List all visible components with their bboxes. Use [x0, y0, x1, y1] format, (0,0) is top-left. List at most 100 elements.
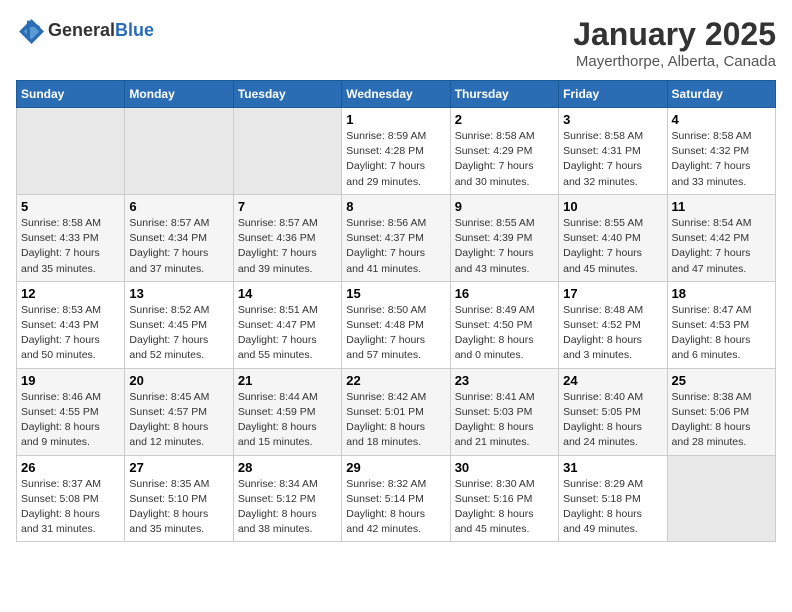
- calendar-cell: [17, 108, 125, 195]
- day-info: Sunrise: 8:52 AMSunset: 4:45 PMDaylight:…: [129, 303, 228, 364]
- day-info: Sunrise: 8:46 AMSunset: 4:55 PMDaylight:…: [21, 390, 120, 451]
- day-number: 29: [346, 460, 445, 475]
- calendar-cell: 30 Sunrise: 8:30 AMSunset: 5:16 PMDayligh…: [450, 455, 558, 542]
- logo-general: General: [48, 20, 115, 41]
- calendar-cell: 17 Sunrise: 8:48 AMSunset: 4:52 PMDayligh…: [559, 281, 667, 368]
- calendar-cell: 2Sunrise: 8:58 AMSunset: 4:29 PMDaylight…: [450, 108, 558, 195]
- page-header: General Blue January 2025 Mayerthorpe, A…: [16, 16, 776, 70]
- day-number: 24: [563, 373, 662, 388]
- calendar-cell: 21Sunrise: 8:44 AMSunset: 4:59 PMDayligh…: [233, 368, 341, 455]
- calendar-cell: 28 Sunrise: 8:34 AMSunset: 5:12 PMDayligh…: [233, 455, 341, 542]
- day-number: 6: [129, 199, 228, 214]
- day-info: Sunrise: 8:37 AMSunset: 5:08 PMDaylight:…: [21, 477, 120, 538]
- calendar-cell: 12 Sunrise: 8:53 AMSunset: 4:43 PMDayligh…: [17, 281, 125, 368]
- calendar-week-row: 26 Sunrise: 8:37 AMSunset: 5:08 PMDayligh…: [17, 455, 776, 542]
- day-info: Sunrise: 8:44 AMSunset: 4:59 PMDaylight:…: [238, 390, 337, 451]
- calendar-cell: 15Sunrise: 8:50 AMSunset: 4:48 PMDayligh…: [342, 281, 450, 368]
- day-number: 31: [563, 460, 662, 475]
- weekday-header-wednesday: Wednesday: [342, 81, 450, 108]
- day-number: 10: [563, 199, 662, 214]
- day-number: 3: [563, 112, 662, 127]
- day-number: 27: [129, 460, 228, 475]
- calendar-week-row: 12 Sunrise: 8:53 AMSunset: 4:43 PMDayligh…: [17, 281, 776, 368]
- day-info: Sunrise: 8:57 AMSunset: 4:36 PMDaylight:…: [238, 216, 337, 277]
- day-number: 26: [21, 460, 120, 475]
- calendar-cell: 24Sunrise: 8:40 AMSunset: 5:05 PMDayligh…: [559, 368, 667, 455]
- logo-text: General Blue: [48, 20, 154, 41]
- day-number: 28: [238, 460, 337, 475]
- calendar-cell: 13 Sunrise: 8:52 AMSunset: 4:45 PMDayligh…: [125, 281, 233, 368]
- weekday-header-sunday: Sunday: [17, 81, 125, 108]
- day-number: 20: [129, 373, 228, 388]
- day-info: Sunrise: 8:58 AMSunset: 4:29 PMDaylight:…: [455, 129, 554, 190]
- day-number: 12: [21, 286, 120, 301]
- day-number: 18: [672, 286, 771, 301]
- day-info: Sunrise: 8:35 AMSunset: 5:10 PMDaylight:…: [129, 477, 228, 538]
- calendar-cell: 26 Sunrise: 8:37 AMSunset: 5:08 PMDayligh…: [17, 455, 125, 542]
- day-number: 9: [455, 199, 554, 214]
- day-number: 23: [455, 373, 554, 388]
- day-info: Sunrise: 8:45 AMSunset: 4:57 PMDaylight:…: [129, 390, 228, 451]
- day-info: Sunrise: 8:58 AMSunset: 4:31 PMDaylight:…: [563, 129, 662, 190]
- calendar-cell: 16Sunrise: 8:49 AMSunset: 4:50 PMDayligh…: [450, 281, 558, 368]
- calendar-cell: 29Sunrise: 8:32 AMSunset: 5:14 PMDayligh…: [342, 455, 450, 542]
- calendar-week-row: 1 Sunrise: 8:59 AMSunset: 4:28 PMDaylight…: [17, 108, 776, 195]
- day-number: 19: [21, 373, 120, 388]
- day-info: Sunrise: 8:54 AMSunset: 4:42 PMDaylight:…: [672, 216, 771, 277]
- calendar-week-row: 19 Sunrise: 8:46 AMSunset: 4:55 PMDayligh…: [17, 368, 776, 455]
- day-info: Sunrise: 8:57 AMSunset: 4:34 PMDaylight:…: [129, 216, 228, 277]
- calendar-cell: 23 Sunrise: 8:41 AMSunset: 5:03 PMDayligh…: [450, 368, 558, 455]
- weekday-header-tuesday: Tuesday: [233, 81, 341, 108]
- calendar-cell: [667, 455, 775, 542]
- day-info: Sunrise: 8:29 AMSunset: 5:18 PMDaylight:…: [563, 477, 662, 538]
- day-info: Sunrise: 8:42 AMSunset: 5:01 PMDaylight:…: [346, 390, 445, 451]
- calendar-cell: 9 Sunrise: 8:55 AMSunset: 4:39 PMDaylight…: [450, 194, 558, 281]
- day-info: Sunrise: 8:58 AMSunset: 4:32 PMDaylight:…: [672, 129, 771, 190]
- calendar-cell: [125, 108, 233, 195]
- day-number: 30: [455, 460, 554, 475]
- location-title: Mayerthorpe, Alberta, Canada: [573, 53, 776, 70]
- calendar-cell: 27 Sunrise: 8:35 AMSunset: 5:10 PMDayligh…: [125, 455, 233, 542]
- weekday-header-saturday: Saturday: [667, 81, 775, 108]
- day-number: 17: [563, 286, 662, 301]
- calendar-cell: 25Sunrise: 8:38 AMSunset: 5:06 PMDayligh…: [667, 368, 775, 455]
- calendar-cell: 1 Sunrise: 8:59 AMSunset: 4:28 PMDaylight…: [342, 108, 450, 195]
- title-block: January 2025 Mayerthorpe, Alberta, Canad…: [573, 16, 776, 70]
- weekday-header-row: SundayMondayTuesdayWednesdayThursdayFrid…: [17, 81, 776, 108]
- day-info: Sunrise: 8:30 AMSunset: 5:16 PMDaylight:…: [455, 477, 554, 538]
- day-info: Sunrise: 8:49 AMSunset: 4:50 PMDaylight:…: [455, 303, 554, 364]
- calendar-cell: 19 Sunrise: 8:46 AMSunset: 4:55 PMDayligh…: [17, 368, 125, 455]
- day-info: Sunrise: 8:56 AMSunset: 4:37 PMDaylight:…: [346, 216, 445, 277]
- day-info: Sunrise: 8:55 AMSunset: 4:39 PMDaylight:…: [455, 216, 554, 277]
- calendar-cell: 7 Sunrise: 8:57 AMSunset: 4:36 PMDaylight…: [233, 194, 341, 281]
- day-info: Sunrise: 8:53 AMSunset: 4:43 PMDaylight:…: [21, 303, 120, 364]
- weekday-header-monday: Monday: [125, 81, 233, 108]
- calendar-week-row: 5Sunrise: 8:58 AMSunset: 4:33 PMDaylight…: [17, 194, 776, 281]
- day-number: 7: [238, 199, 337, 214]
- calendar-cell: 20 Sunrise: 8:45 AMSunset: 4:57 PMDayligh…: [125, 368, 233, 455]
- day-info: Sunrise: 8:34 AMSunset: 5:12 PMDaylight:…: [238, 477, 337, 538]
- logo-blue: Blue: [115, 20, 154, 41]
- calendar-table: SundayMondayTuesdayWednesdayThursdayFrid…: [16, 80, 776, 542]
- weekday-header-thursday: Thursday: [450, 81, 558, 108]
- day-number: 14: [238, 286, 337, 301]
- day-number: 15: [346, 286, 445, 301]
- day-number: 13: [129, 286, 228, 301]
- day-info: Sunrise: 8:47 AMSunset: 4:53 PMDaylight:…: [672, 303, 771, 364]
- day-info: Sunrise: 8:58 AMSunset: 4:33 PMDaylight:…: [21, 216, 120, 277]
- calendar-body: 1 Sunrise: 8:59 AMSunset: 4:28 PMDaylight…: [17, 108, 776, 542]
- calendar-cell: 31 Sunrise: 8:29 AMSunset: 5:18 PMDayligh…: [559, 455, 667, 542]
- day-info: Sunrise: 8:48 AMSunset: 4:52 PMDaylight:…: [563, 303, 662, 364]
- day-info: Sunrise: 8:59 AMSunset: 4:28 PMDaylight:…: [346, 129, 445, 190]
- weekday-header-friday: Friday: [559, 81, 667, 108]
- calendar-header: SundayMondayTuesdayWednesdayThursdayFrid…: [17, 81, 776, 108]
- calendar-cell: [233, 108, 341, 195]
- month-title: January 2025: [573, 16, 776, 53]
- day-number: 8: [346, 199, 445, 214]
- day-number: 1: [346, 112, 445, 127]
- calendar-cell: 6 Sunrise: 8:57 AMSunset: 4:34 PMDaylight…: [125, 194, 233, 281]
- calendar-cell: 10 Sunrise: 8:55 AMSunset: 4:40 PMDayligh…: [559, 194, 667, 281]
- day-info: Sunrise: 8:55 AMSunset: 4:40 PMDaylight:…: [563, 216, 662, 277]
- day-number: 11: [672, 199, 771, 214]
- day-info: Sunrise: 8:41 AMSunset: 5:03 PMDaylight:…: [455, 390, 554, 451]
